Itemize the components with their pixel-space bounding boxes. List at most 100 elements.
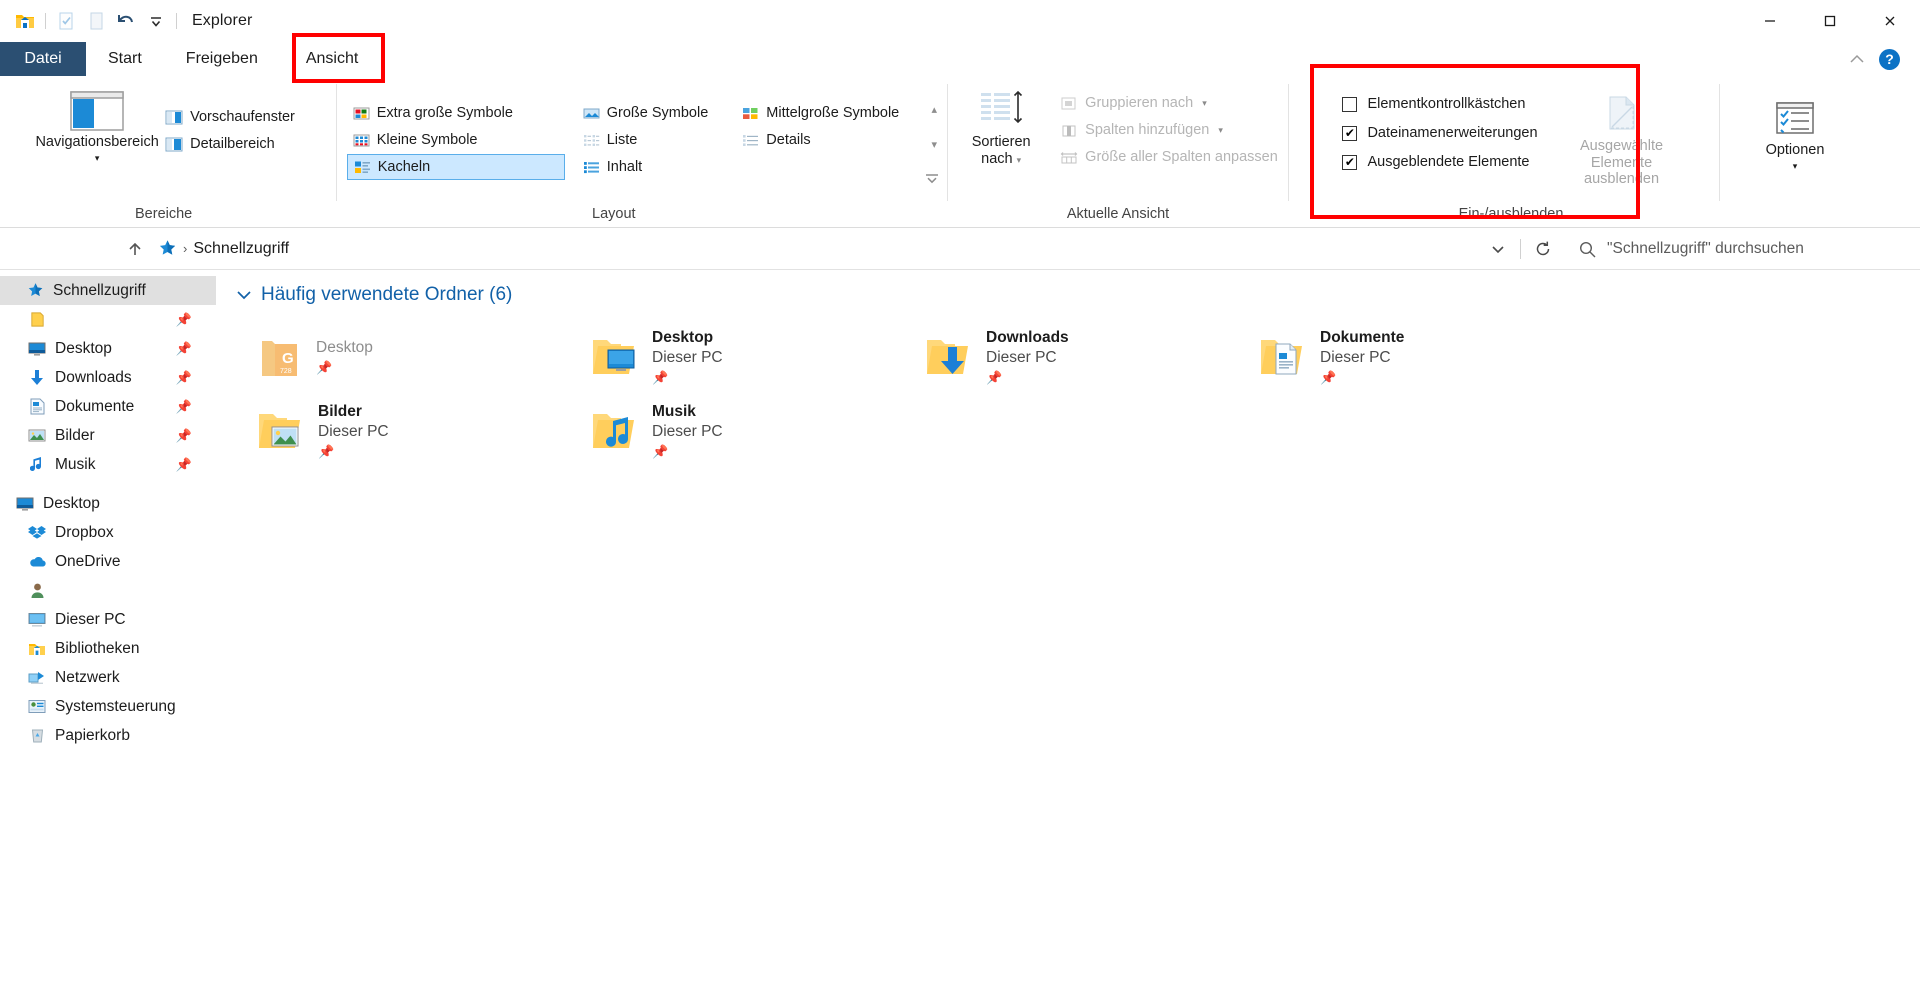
sidebar-item-systemsteuerung[interactable]: Systemsteuerung <box>0 692 216 721</box>
pin-icon[interactable]: 📌 <box>652 370 723 387</box>
hide-selected-items-button[interactable]: Ausgewählte Elemente ausblenden <box>1552 82 1692 188</box>
view-medium-icons-button[interactable]: Mittelgroße Symbole <box>736 100 905 126</box>
tile-desktop-hidden[interactable]: G 728 Desktop 📌 <box>230 320 564 394</box>
pin-icon[interactable]: 📌 <box>652 444 723 461</box>
sidebar-item-desktop[interactable]: Desktop 📌 <box>0 334 216 363</box>
sidebar-item-desktop-root[interactable]: Desktop <box>0 489 216 518</box>
undo-icon[interactable] <box>111 6 141 36</box>
pin-icon[interactable]: 📌 <box>176 457 192 473</box>
quick-access-star-icon[interactable] <box>158 239 177 258</box>
sidebar-item-downloads[interactable]: Downloads 📌 <box>0 363 216 392</box>
close-button[interactable] <box>1860 0 1920 42</box>
add-columns-caret[interactable]: ▾ <box>1218 125 1223 136</box>
gallery-expand-icon[interactable] <box>925 173 943 184</box>
breadcrumb-separator[interactable]: › <box>183 241 187 256</box>
file-name-extensions-checkbox[interactable]: ✔ <box>1342 125 1358 141</box>
search-input[interactable]: "Schnellzugriff" durchsuchen <box>1607 240 1804 258</box>
help-icon[interactable]: ? <box>1879 48 1900 70</box>
pin-icon[interactable]: 📌 <box>176 428 192 444</box>
navigation-pane-button[interactable]: Navigationsbereich ▾ <box>35 82 159 163</box>
search-box[interactable]: "Schnellzugriff" durchsuchen <box>1560 240 1920 259</box>
minimize-button[interactable] <box>1740 0 1800 42</box>
tile-downloads[interactable]: Downloads Dieser PC 📌 <box>898 320 1232 394</box>
checkbox-file-name-extensions[interactable]: ✔ Dateinamenerweiterungen <box>1338 119 1538 147</box>
options-button[interactable]: Optionen ▾ <box>1741 82 1849 171</box>
sidebar-item-musik[interactable]: Musik 📌 <box>0 450 216 479</box>
pin-icon[interactable]: 📌 <box>176 370 192 386</box>
sidebar-item-schnellzugriff[interactable]: Schnellzugriff <box>0 276 216 305</box>
up-button[interactable] <box>118 232 152 266</box>
ribbon-tab-strip[interactable]: Datei Start Freigeben Ansicht ? <box>0 42 1920 76</box>
tab-datei[interactable]: Datei <box>0 42 86 76</box>
pin-icon[interactable]: 📌 <box>176 399 192 415</box>
sidebar-item-onedrive[interactable]: OneDrive <box>0 547 216 576</box>
explorer-icon[interactable] <box>10 6 40 36</box>
tile-musik[interactable]: Musik Dieser PC 📌 <box>564 394 898 468</box>
sidebar-item-dokumente[interactable]: Dokumente 📌 <box>0 392 216 421</box>
gallery-scroll-up-icon[interactable]: ▴ <box>925 104 943 116</box>
options-caret[interactable]: ▾ <box>1793 161 1798 171</box>
view-tiles-button[interactable]: Kacheln <box>346 154 565 180</box>
pin-icon[interactable]: 📌 <box>316 360 373 377</box>
layout-gallery-scrollers[interactable]: ▴ ▾ <box>919 100 945 184</box>
sidebar-item-netzwerk[interactable]: Netzwerk <box>0 663 216 692</box>
pin-icon[interactable]: 📌 <box>1320 370 1404 387</box>
quick-access-toolbar[interactable]: Explorer <box>0 0 252 42</box>
sidebar-item-bilder[interactable]: Bilder 📌 <box>0 421 216 450</box>
details-pane-button[interactable]: Detailbereich <box>159 131 301 157</box>
add-columns-button[interactable]: Spalten hinzufügen ▾ <box>1054 117 1284 143</box>
view-extra-large-icons-button[interactable]: Extra große Symbole <box>347 100 565 126</box>
window-controls[interactable] <box>1740 0 1920 42</box>
view-large-icons-button[interactable]: Große Symbole <box>577 100 715 126</box>
group-by-button[interactable]: Gruppieren nach ▾ <box>1054 90 1284 116</box>
tile-dokumente[interactable]: Dokumente Dieser PC 📌 <box>1232 320 1566 394</box>
gallery-scroll-down-icon[interactable]: ▾ <box>925 139 943 151</box>
breadcrumb-current[interactable]: Schnellzugriff <box>193 240 289 258</box>
navigation-pane[interactable]: Schnellzugriff 📌 Desktop 📌 Downloads 📌 D… <box>0 270 216 993</box>
sidebar-item-unnamed-folder[interactable]: 📌 <box>0 305 216 334</box>
group-by-caret[interactable]: ▾ <box>1202 98 1207 109</box>
hide-selected-items-icon <box>1600 92 1644 138</box>
checkbox-item-checkboxes[interactable]: Elementkontrollkästchen <box>1338 90 1537 118</box>
pin-icon[interactable]: 📌 <box>176 341 192 357</box>
sort-by-caret[interactable]: ▾ <box>1017 155 1022 165</box>
customize-qat-caret[interactable] <box>141 6 171 36</box>
pin-icon[interactable]: 📌 <box>318 444 389 461</box>
pin-icon[interactable]: 📌 <box>986 370 1069 387</box>
size-all-columns-button[interactable]: Größe aller Spalten anpassen <box>1054 144 1284 170</box>
view-details-button[interactable]: Details <box>736 127 905 153</box>
tab-freigeben[interactable]: Freigeben <box>164 42 280 76</box>
item-checkboxes-checkbox[interactable] <box>1342 96 1358 112</box>
sidebar-item-papierkorb[interactable]: Papierkorb <box>0 721 216 750</box>
maximize-button[interactable] <box>1800 0 1860 42</box>
tile-grid[interactable]: G 728 Desktop 📌 Desktop Dieser PC 📌 Down… <box>230 320 1630 468</box>
breadcrumb[interactable]: › Schnellzugriff <box>158 239 289 258</box>
sort-by-button[interactable]: Sortieren nach ▾ <box>958 82 1044 167</box>
new-folder-icon[interactable] <box>81 6 111 36</box>
pin-icon[interactable]: 📌 <box>176 312 192 328</box>
view-small-icons-button[interactable]: Kleine Symbole <box>347 127 565 153</box>
properties-icon[interactable] <box>51 6 81 36</box>
file-list-area[interactable]: Häufig verwendete Ordner (6) G 728 Deskt… <box>216 270 1920 993</box>
sidebar-item-bibliotheken[interactable]: Bibliotheken <box>0 634 216 663</box>
tile-desktop[interactable]: Desktop Dieser PC 📌 <box>564 320 898 394</box>
address-history-caret[interactable] <box>1481 232 1515 266</box>
tab-ansicht[interactable]: Ansicht <box>280 42 384 76</box>
hidden-items-checkbox[interactable]: ✔ <box>1342 154 1358 170</box>
sidebar-item-dieser-pc[interactable]: Dieser PC <box>0 605 216 634</box>
ribbon-right-controls[interactable]: ? <box>1849 42 1910 76</box>
navigation-pane-caret[interactable]: ▾ <box>95 153 100 163</box>
sort-by-label-2-text: nach <box>981 150 1013 167</box>
checkbox-hidden-items[interactable]: ✔ Ausgeblendete Elemente <box>1338 148 1537 176</box>
collapse-ribbon-icon[interactable] <box>1849 54 1865 64</box>
refresh-button[interactable] <box>1526 232 1560 266</box>
preview-pane-button[interactable]: Vorschaufenster <box>159 104 301 130</box>
tile-bilder[interactable]: Bilder Dieser PC 📌 <box>230 394 564 468</box>
group-header-frequent-folders[interactable]: Häufig verwendete Ordner (6) <box>230 284 1920 306</box>
tab-start[interactable]: Start <box>86 42 164 76</box>
view-content-button[interactable]: Inhalt <box>577 154 715 180</box>
sidebar-item-user-account[interactable] <box>0 576 216 605</box>
sidebar-item-dropbox[interactable]: Dropbox <box>0 518 216 547</box>
view-list-button[interactable]: Liste <box>577 127 715 153</box>
chevron-down-icon[interactable] <box>236 289 252 301</box>
